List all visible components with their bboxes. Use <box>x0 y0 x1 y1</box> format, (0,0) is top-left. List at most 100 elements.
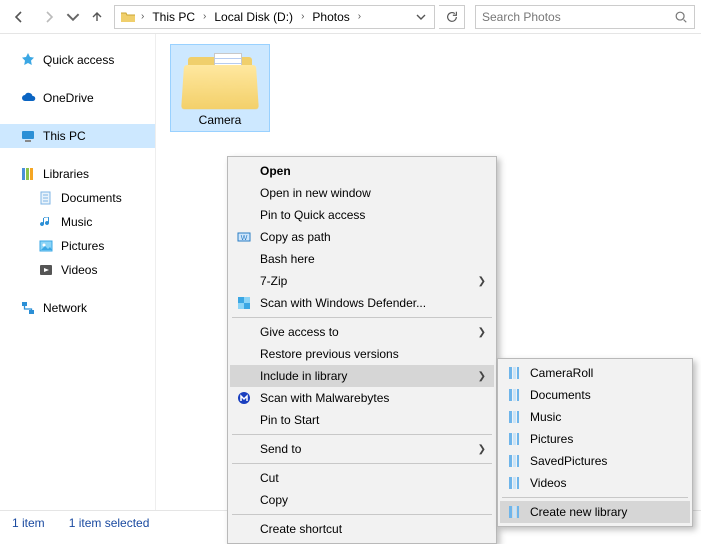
chevron-right-icon: › <box>139 11 146 22</box>
chevron-right-icon: ❯ <box>478 371 486 382</box>
menu-item-label: Give access to <box>260 325 339 339</box>
submenu-item-cameraroll[interactable]: CameraRoll <box>500 362 690 384</box>
library-icon <box>506 431 522 447</box>
status-selection: 1 item selected <box>69 516 150 530</box>
sidebar-item-music[interactable]: Music <box>0 210 155 234</box>
library-icon <box>506 475 522 491</box>
menu-item-open[interactable]: Open <box>230 160 494 182</box>
sidebar-item-label: Quick access <box>43 53 114 67</box>
menu-item-label: Pin to Quick access <box>260 208 365 222</box>
menu-item-label: Scan with Malwarebytes <box>260 391 389 405</box>
menu-item-label: Create new library <box>530 505 627 519</box>
menu-item-scan-with-malwarebytes[interactable]: Scan with Malwarebytes <box>230 387 494 409</box>
sidebar-item-label: This PC <box>43 129 86 143</box>
chevron-right-icon: › <box>201 11 208 22</box>
back-button[interactable] <box>6 4 32 30</box>
context-menu: Open Open in new window Pin to Quick acces… <box>227 156 497 544</box>
menu-item-label: Open <box>260 164 291 178</box>
sidebar-item-this-pc[interactable]: This PC <box>0 124 155 148</box>
menu-item-give-access-to[interactable]: Give access to ❯ <box>230 321 494 343</box>
folder-item-camera[interactable]: Camera <box>170 44 270 132</box>
submenu-item-create-new-library[interactable]: Create new library <box>500 501 690 523</box>
menu-item-copy-as-path[interactable]: W Copy as path <box>230 226 494 248</box>
folder-label: Camera <box>175 113 265 127</box>
library-icon <box>506 387 522 403</box>
music-icon <box>38 214 54 230</box>
menu-item-label: Documents <box>530 388 591 402</box>
recent-locations-button[interactable] <box>66 4 80 30</box>
menu-item-cut[interactable]: Cut <box>230 467 494 489</box>
address-dropdown-button[interactable] <box>412 12 430 22</box>
sidebar-item-pictures[interactable]: Pictures <box>0 234 155 258</box>
svg-text:W: W <box>241 235 248 242</box>
menu-item-include-in-library[interactable]: Include in library ❯ <box>230 365 494 387</box>
cloud-icon <box>20 90 36 106</box>
chevron-right-icon: ❯ <box>478 276 486 287</box>
submenu-item-documents[interactable]: Documents <box>500 384 690 406</box>
address-bar[interactable]: › This PC › Local Disk (D:) › Photos › <box>114 5 435 29</box>
libraries-icon <box>20 166 36 182</box>
computer-icon <box>20 128 36 144</box>
menu-item-label: Pin to Start <box>260 413 319 427</box>
sidebar-item-label: Music <box>61 215 92 229</box>
menu-item-open-in-new-window[interactable]: Open in new window <box>230 182 494 204</box>
sidebar-item-label: Pictures <box>61 239 104 253</box>
menu-item-restore-previous-versions[interactable]: Restore previous versions <box>230 343 494 365</box>
submenu-item-music[interactable]: Music <box>500 406 690 428</box>
sidebar-item-label: Documents <box>61 191 122 205</box>
sidebar-item-network[interactable]: Network <box>0 296 155 320</box>
up-button[interactable] <box>84 4 110 30</box>
menu-item-scan-with-windows-defender[interactable]: Scan with Windows Defender... <box>230 292 494 314</box>
menu-item-label: Bash here <box>260 252 315 266</box>
crumb-photos[interactable]: Photos <box>308 10 353 24</box>
sidebar-item-libraries[interactable]: Libraries <box>0 162 155 186</box>
navigation-pane: Quick access OneDrive This PC Libraries <box>0 34 156 510</box>
sidebar-item-documents[interactable]: Documents <box>0 186 155 210</box>
menu-item-label: Send to <box>260 442 301 456</box>
menu-item-copy[interactable]: Copy <box>230 489 494 511</box>
refresh-button[interactable] <box>439 5 465 29</box>
sidebar-item-videos[interactable]: Videos <box>0 258 155 282</box>
menu-item-bash-here[interactable]: Bash here <box>230 248 494 270</box>
forward-button[interactable] <box>36 4 62 30</box>
defender-icon <box>236 295 252 311</box>
menu-item-pin-to-quick-access[interactable]: Pin to Quick access <box>230 204 494 226</box>
chevron-right-icon: ❯ <box>478 327 486 338</box>
context-submenu-include-in-library: CameraRoll Documents Music Pictures SavedPic… <box>497 358 693 527</box>
menu-item-label: Copy <box>260 493 288 507</box>
malwarebytes-icon <box>236 390 252 406</box>
menu-item-label: CameraRoll <box>530 366 593 380</box>
menu-item-label: 7-Zip <box>260 274 287 288</box>
menu-separator <box>232 463 492 464</box>
pictures-icon <box>38 238 54 254</box>
menu-item-7-zip[interactable]: 7-Zip ❯ <box>230 270 494 292</box>
sidebar-item-label: Videos <box>61 263 97 277</box>
menu-item-create-shortcut[interactable]: Create shortcut <box>230 518 494 540</box>
documents-icon <box>38 190 54 206</box>
menu-item-label: Pictures <box>530 432 573 446</box>
submenu-item-videos[interactable]: Videos <box>500 472 690 494</box>
menu-item-send-to[interactable]: Send to❯ <box>230 438 494 460</box>
search-input[interactable]: Search Photos <box>475 5 695 29</box>
submenu-item-savedpictures[interactable]: SavedPictures <box>500 450 690 472</box>
menu-item-label: Copy as path <box>260 230 331 244</box>
crumb-local-disk-d[interactable]: Local Disk (D:) <box>210 10 297 24</box>
sidebar-item-label: Libraries <box>43 167 89 181</box>
sidebar-item-quick-access[interactable]: Quick access <box>0 48 155 72</box>
submenu-item-pictures[interactable]: Pictures <box>500 428 690 450</box>
menu-item-label: Include in library <box>260 369 347 383</box>
menu-separator <box>232 434 492 435</box>
library-icon <box>506 409 522 425</box>
library-icon <box>506 365 522 381</box>
sidebar-item-onedrive[interactable]: OneDrive <box>0 86 155 110</box>
search-icon <box>674 10 688 24</box>
menu-item-pin-to-start[interactable]: Pin to Start <box>230 409 494 431</box>
copy-path-icon: W <box>236 229 252 245</box>
menu-item-label: Open in new window <box>260 186 371 200</box>
menu-item-label: Scan with Windows Defender... <box>260 296 426 310</box>
videos-icon <box>38 262 54 278</box>
menu-separator <box>502 497 688 498</box>
chevron-right-icon: › <box>299 11 306 22</box>
crumb-this-pc[interactable]: This PC <box>148 10 199 24</box>
menu-separator <box>232 514 492 515</box>
